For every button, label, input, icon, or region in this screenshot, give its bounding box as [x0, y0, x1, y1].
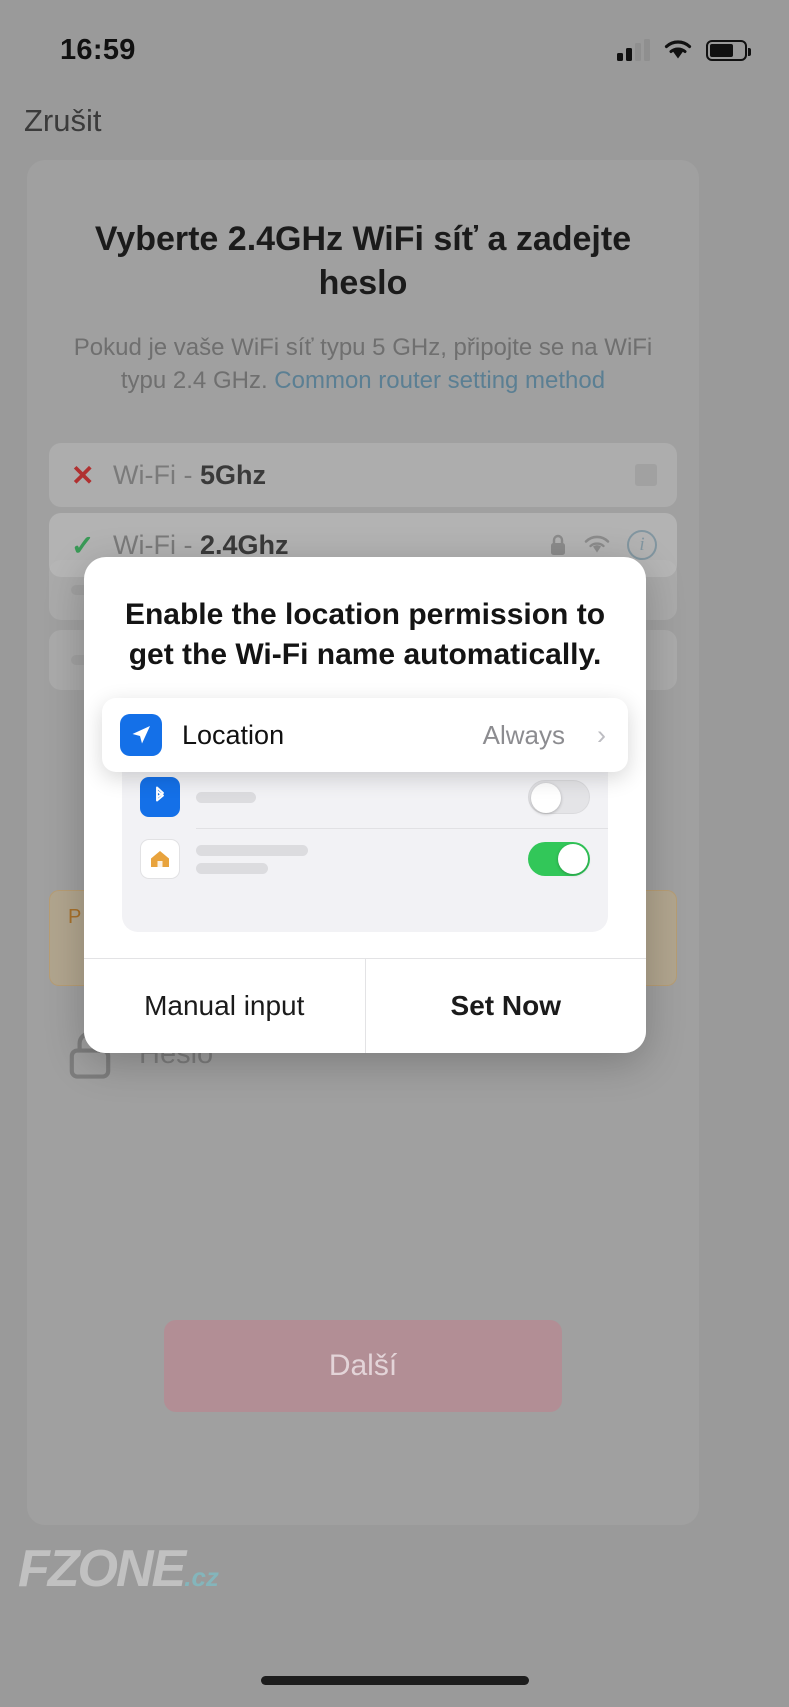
watermark-tld: .cz: [184, 1562, 219, 1592]
mock-text-lines: [196, 791, 512, 803]
watermark-name: FZONE: [18, 1540, 186, 1598]
status-bar: 16:59: [0, 0, 789, 78]
cross-icon: ✕: [71, 459, 95, 491]
bluetooth-toggle[interactable]: [528, 780, 590, 815]
manual-input-button[interactable]: Manual input: [84, 959, 365, 1054]
router-setting-link[interactable]: Common router setting method: [274, 367, 605, 394]
wifi-row-trailing-icons: [635, 464, 657, 486]
battery-icon: [706, 39, 751, 61]
status-icons: [617, 39, 751, 61]
wifi-icon: [664, 40, 692, 59]
page-subtitle: Pokud je vaše WiFi síť typu 5 GHz, připo…: [57, 331, 669, 397]
wifi-row-label: Wi-Fi - 2.4Ghz: [113, 529, 289, 560]
next-button[interactable]: Další: [164, 1320, 562, 1412]
home-toggle[interactable]: [528, 842, 590, 877]
nav-bar: Zrušit: [0, 92, 789, 150]
wifi-signal-icon: [584, 535, 610, 553]
location-arrow-icon: [120, 714, 162, 757]
wifi-row-label: Wi-Fi - 5Ghz: [113, 459, 266, 490]
watermark: FZONE.cz: [18, 1539, 219, 1599]
wifi-band: 5Ghz: [199, 459, 266, 490]
wifi-row-trailing-icons: i: [549, 530, 657, 560]
set-now-button[interactable]: Set Now: [365, 959, 646, 1054]
location-label: Location: [182, 719, 285, 750]
wifi-row-5ghz[interactable]: ✕ Wi-Fi - 5Ghz: [49, 443, 677, 507]
phone-screen: 16:59 Zrušit Vyberte 2.4GHz WiFi síť a z…: [0, 0, 789, 1707]
mock-row-bluetooth: [122, 766, 608, 828]
dialog-body: Location Always ›: [84, 674, 646, 958]
page-title: Vyberte 2.4GHz WiFi síť a zadejte heslo: [94, 220, 632, 302]
info-icon[interactable]: i: [627, 530, 657, 560]
wifi-band: 2.4Ghz: [199, 529, 289, 560]
home-indicator[interactable]: [260, 1676, 529, 1685]
mock-text-lines: [196, 844, 512, 874]
home-app-icon: [140, 839, 180, 880]
cellular-signal-icon: [617, 39, 650, 61]
location-value: Always: [482, 719, 565, 750]
location-setting-row[interactable]: Location Always ›: [102, 698, 628, 773]
status-time: 16:59: [60, 33, 136, 66]
bluetooth-icon: [140, 777, 180, 818]
mock-row-home: [122, 828, 608, 890]
dialog-title: Enable the location permission to get th…: [124, 598, 606, 671]
lock-icon: [551, 534, 565, 555]
chevron-right-icon: ›: [597, 719, 606, 750]
placeholder-icon: [635, 464, 657, 486]
dialog-actions: Manual input Set Now: [84, 958, 646, 1054]
location-permission-dialog: Enable the location permission to get th…: [84, 557, 646, 1054]
cancel-button[interactable]: Zrušit: [24, 103, 102, 139]
